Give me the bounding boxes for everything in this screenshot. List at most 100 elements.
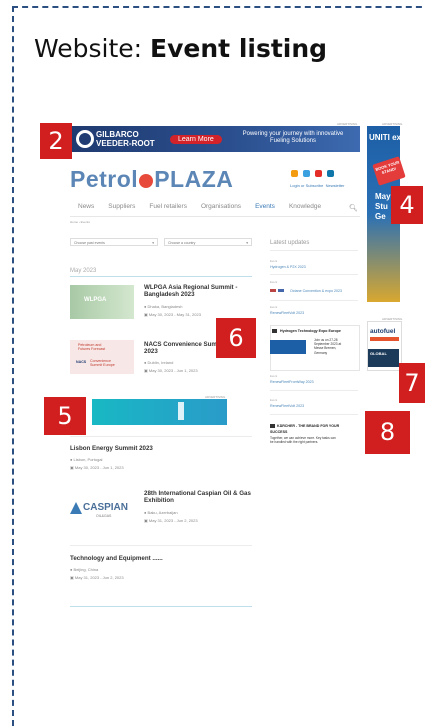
sidebar-item-renew[interactable]: RenewFleetVolt 2023: [270, 311, 304, 315]
logo-part-b: PLAZA: [154, 166, 234, 192]
event-title-line-1: WLPGA Asia Regional Summit -: [144, 284, 238, 291]
logo-drop-icon: [139, 173, 154, 188]
country-select[interactable]: Choose a country ▾: [164, 238, 252, 246]
autofuel-brand: autofuel: [370, 328, 396, 335]
country-value: Choose a country: [168, 241, 196, 245]
event-location: ● Beijing, China: [70, 567, 99, 572]
banner-tagline: Powering your journey with innovative Fu…: [232, 131, 354, 145]
location-text: Beijing, China: [73, 567, 99, 572]
tagline-line-2: Fueling Solutions: [269, 138, 317, 144]
thumb-line-5: Summit Europe: [90, 363, 115, 368]
location-text: Dublin, Ireland: [147, 360, 174, 365]
header-prefix: Website:: [34, 34, 151, 63]
badge-6: 6: [216, 318, 256, 358]
card-body-line: be handled with the right partners.: [270, 440, 319, 445]
login-link[interactable]: Login or Subscribe: [290, 183, 323, 188]
event-title[interactable]: 28th International Caspian Oil & Gas Exh…: [144, 490, 251, 504]
location-text: Dhaka, Bangladesh: [147, 304, 183, 309]
sidebar-item-label: Event: [270, 280, 278, 284]
search-icon[interactable]: 🔍︎: [349, 204, 358, 212]
news-icon: [272, 329, 277, 333]
event-dates: ▣ May 31, 2023 - Jun 2, 2023: [144, 518, 198, 523]
sidebar-item-renew-fromway[interactable]: RenewFleetFromWay 2023: [270, 380, 314, 384]
sidebar-divider: [270, 300, 358, 301]
nav-knowledge[interactable]: Knowledge: [289, 203, 321, 213]
event-title-line-2: 2023: [144, 348, 158, 355]
badge-8: 8: [365, 411, 410, 454]
event-dates: ▣ May 31, 2023 - Jun 2, 2023: [70, 575, 124, 580]
card-body: Join us on 27-28 September 2023 at Messe…: [314, 338, 341, 355]
nav-events[interactable]: Events: [255, 203, 275, 213]
event-location: ● Dublin, Ireland: [144, 360, 174, 365]
nav-news[interactable]: News: [78, 203, 94, 213]
badge-2: 2: [40, 123, 72, 159]
sidebar-item-hydrogen[interactable]: Hydrogen & P2X 2023: [270, 265, 306, 269]
dates-text: May 31, 2023 - Jun 2, 2023: [148, 518, 198, 523]
sidebar-heading: Latest updates: [270, 240, 310, 246]
breadcrumb: Home › Events: [70, 220, 90, 224]
nav-fuel-retailers[interactable]: Fuel retailers: [149, 203, 187, 213]
event-title-line-2: Exhibition: [144, 497, 174, 504]
thumb-line-2: Futures Forecast: [78, 347, 106, 352]
sidebar-divider: [270, 274, 358, 275]
month-heading: May 2023: [70, 268, 97, 274]
linkedin-icon[interactable]: [327, 170, 334, 177]
nav-organisations[interactable]: Organisations: [201, 203, 241, 213]
past-events-value: Choose past events: [74, 241, 105, 245]
ad-text-line: May: [375, 192, 391, 201]
brand-line-1: GILBARCO: [96, 130, 139, 139]
event-title[interactable]: WLPGA Asia Regional Summit - Bangladesh …: [144, 284, 237, 298]
sidebar-item-label: Event: [270, 374, 278, 378]
autofuel-stripe: [370, 337, 399, 341]
badge-5: 5: [44, 397, 86, 435]
sidebar-item-octane[interactable]: Octane Convention & expo 2023: [290, 289, 342, 293]
event-title-line-1: NACS Convenience Sum: [144, 341, 217, 348]
site-logo[interactable]: Petrol PLAZA: [70, 166, 233, 193]
row-divider: [70, 436, 252, 437]
global-text: GLOBAL: [370, 351, 387, 356]
event-thumbnail-wlpga[interactable]: WLPGA: [70, 285, 134, 319]
gilbarco-brand: GILBARCO VEEDER-ROOT: [96, 130, 155, 148]
event-location: ● Dhaka, Bangladesh: [144, 304, 183, 309]
top-banner-ad[interactable]: GILBARCO VEEDER-ROOT Learn More Powering…: [70, 126, 360, 152]
event-thumbnail-caspian[interactable]: CASPIAN OIL&GAS: [70, 490, 134, 526]
card-body-line: Germany: [314, 350, 328, 355]
row-divider: [70, 545, 252, 546]
tagline-line-1: Powering your journey with innovative: [242, 131, 344, 137]
gilbarco-logo-icon: [76, 130, 94, 148]
hydrogen-expo-logo: [270, 340, 306, 354]
event-title[interactable]: Technology and Equipment ......: [70, 555, 163, 562]
login-links: Login or Subscribe Newsletter: [290, 183, 345, 188]
footer-divider: [70, 606, 252, 607]
mid-banner-ad[interactable]: [92, 399, 227, 425]
badge-7: 7: [399, 363, 425, 403]
rss-icon[interactable]: [291, 170, 298, 177]
event-thumbnail-nacs[interactable]: Petroleum and Futures Forecast NACS Conv…: [70, 340, 134, 374]
newsletter-link[interactable]: Newsletter: [326, 183, 345, 188]
main-nav: News Suppliers Fuel retailers Organisati…: [70, 203, 368, 213]
flag-icon: [278, 289, 284, 292]
location-text: Lisbon, Portugal: [73, 457, 103, 462]
sidebar-item-renew-2[interactable]: RenewFleetVolt 2023: [270, 404, 304, 408]
right-ad-text: May Stu Ge: [375, 192, 391, 222]
chevron-down-icon: ▾: [246, 241, 248, 245]
youtube-icon[interactable]: [315, 170, 322, 177]
thumb-line-3: NACS: [76, 360, 87, 364]
past-events-select[interactable]: Choose past events ▾: [70, 238, 158, 246]
chevron-down-icon: ▾: [152, 241, 154, 245]
thumb-caption: Petroleum and Futures Forecast: [78, 343, 105, 352]
news-icon: [270, 424, 275, 428]
logo-part-a: Petrol: [70, 166, 139, 192]
twitter-icon[interactable]: [303, 170, 310, 177]
card-title-2[interactable]: SUCCESS: [270, 430, 287, 434]
sidebar-divider: [270, 390, 358, 391]
sidebar-divider: [270, 250, 358, 251]
nav-suppliers[interactable]: Suppliers: [108, 203, 135, 213]
card-title[interactable]: KÄRCHER - THE BRAND FOR YOUR: [277, 424, 339, 428]
event-title[interactable]: NACS Convenience Sum 2023: [144, 341, 217, 355]
event-title[interactable]: Lisbon Energy Summit 2023: [70, 445, 153, 452]
sidebar-item-label: Event: [270, 398, 278, 402]
page-header: Website: Event listing: [34, 34, 327, 63]
learn-more-button[interactable]: Learn More: [170, 135, 222, 144]
sidebar-divider: [270, 414, 358, 415]
